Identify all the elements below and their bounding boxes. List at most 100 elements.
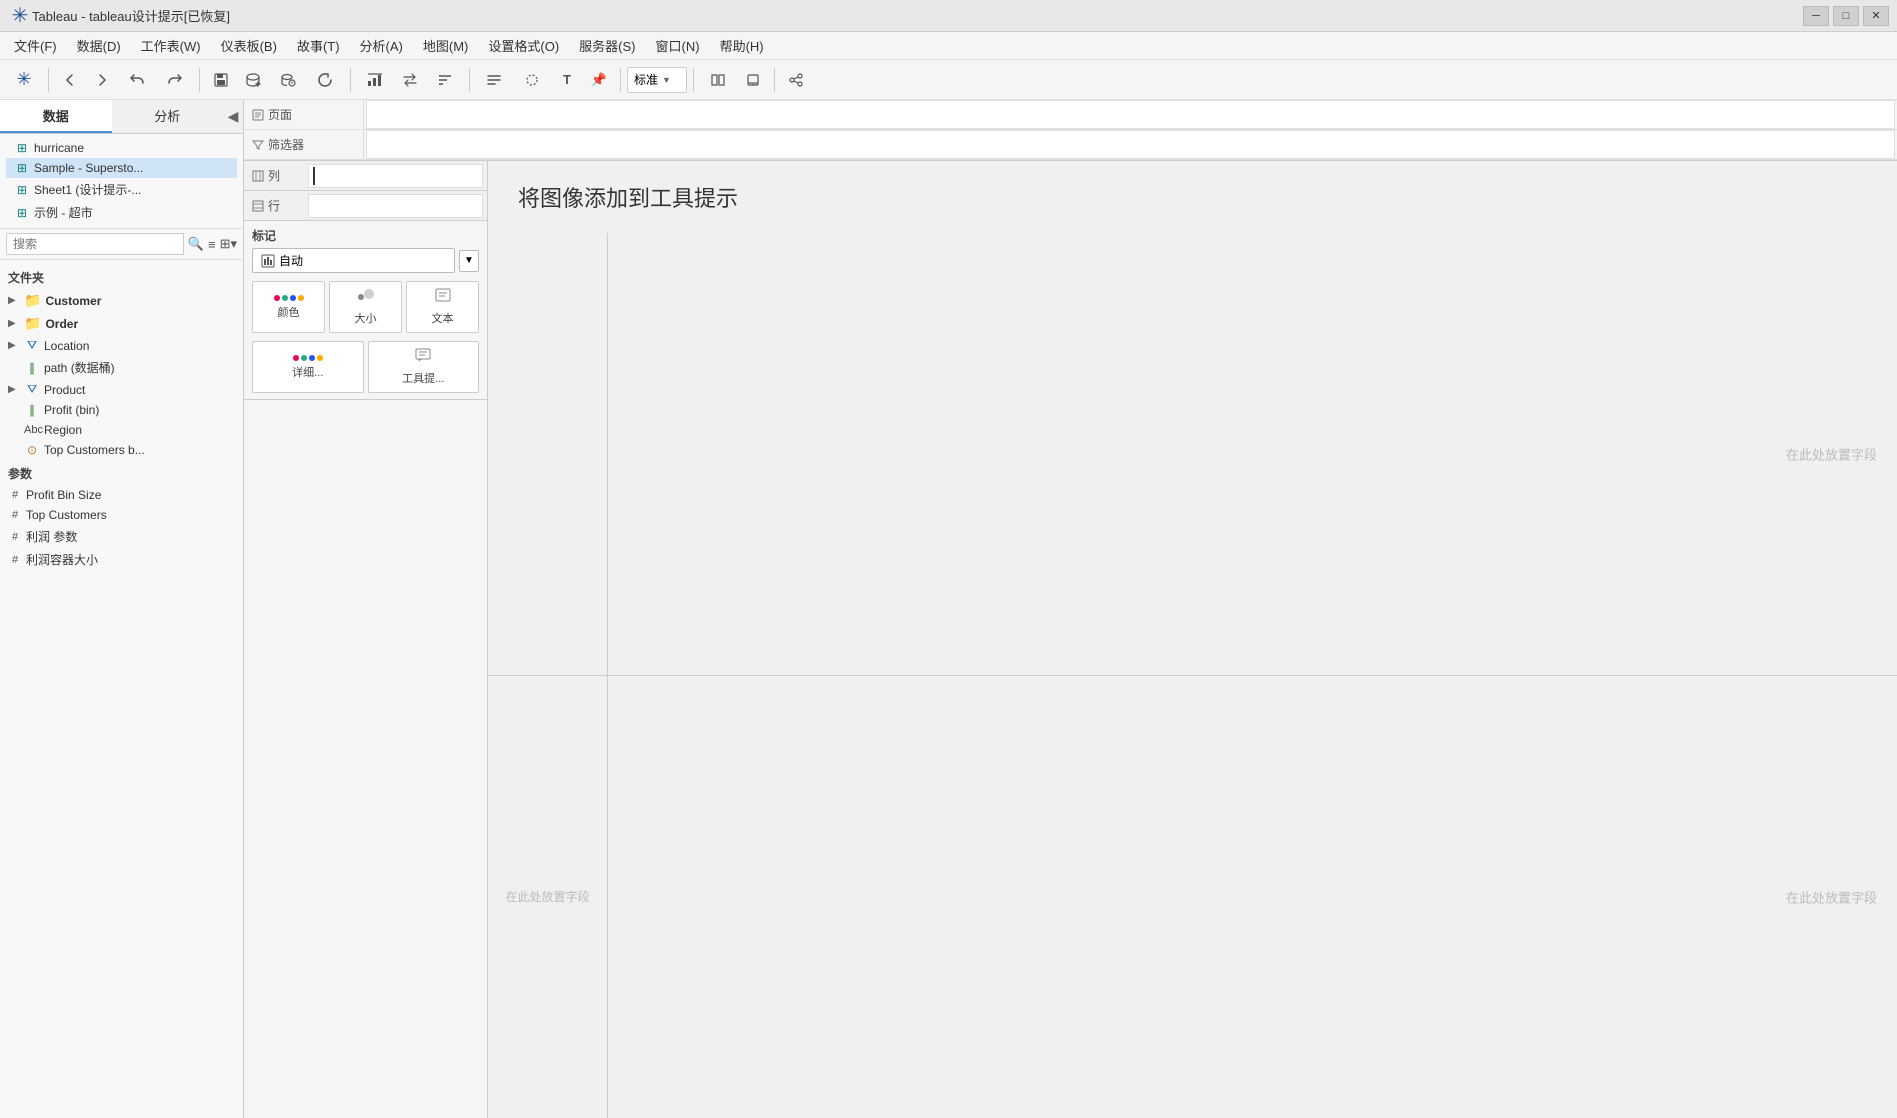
menu-worksheet[interactable]: 工作表(W) <box>131 33 211 58</box>
menu-window[interactable]: 窗口(N) <box>646 33 710 58</box>
menu-story[interactable]: 故事(T) <box>287 33 350 58</box>
marks-text-button[interactable]: 文本 <box>406 281 479 333</box>
maximize-button[interactable]: □ <box>1833 6 1859 26</box>
filter-icon[interactable]: ≡ <box>208 237 216 252</box>
title-bar: ✳ Tableau - tableau设计提示[已恢复] ─ □ ✕ <box>0 0 1897 32</box>
label-button[interactable] <box>476 66 512 94</box>
hash-icon-top-customers: # <box>8 509 22 521</box>
search-icon[interactable]: 🔍 <box>188 236 204 252</box>
field-path[interactable]: ▶ ∥ path (数据桶) <box>0 356 243 379</box>
filters-drop-zone[interactable] <box>366 130 1895 159</box>
param-profit-bin-size[interactable]: # Profit Bin Size <box>0 485 243 505</box>
redo-button[interactable] <box>157 66 193 94</box>
left-top-drop-zone[interactable] <box>488 233 607 676</box>
menu-help[interactable]: 帮助(H) <box>710 33 774 58</box>
param-icon-top-customers: ⊙ <box>24 443 40 457</box>
pin-button[interactable]: 📌 <box>584 66 614 94</box>
rows-drop-zone[interactable] <box>308 194 483 218</box>
cols-drop-zone[interactable] <box>308 164 483 188</box>
field-product[interactable]: ▶ ⛛ Product <box>0 379 243 400</box>
menu-analysis[interactable]: 分析(A) <box>350 33 413 58</box>
param-top-customers[interactable]: # Top Customers <box>0 505 243 525</box>
refresh-button[interactable] <box>308 66 344 94</box>
fixed-size-button[interactable] <box>700 66 736 94</box>
datasource-hurricane[interactable]: ⊞ hurricane <box>6 138 237 158</box>
tableau-home-button[interactable]: ✳ <box>6 66 42 94</box>
tab-analysis[interactable]: 分析 <box>112 100 224 133</box>
text-icon <box>435 288 451 307</box>
datasource-icon-sheet1: ⊞ <box>14 183 30 197</box>
canvas-top-zone[interactable]: 在此处放置字段 <box>608 233 1897 676</box>
size-icon <box>357 288 375 307</box>
show-me-chart-button[interactable] <box>357 66 393 94</box>
filters-icon <box>252 139 264 151</box>
param-profit-param[interactable]: # 利润 参数 <box>0 525 243 548</box>
marks-type-label: 自动 <box>279 252 303 269</box>
left-drop-column: 在此处放置字段 <box>488 233 608 1118</box>
search-input[interactable] <box>6 233 184 255</box>
field-location[interactable]: ▶ ⛛ Location <box>0 335 243 356</box>
save-button[interactable] <box>206 66 236 94</box>
close-button[interactable]: ✕ <box>1863 6 1889 26</box>
folder-order[interactable]: ▶ 📁 Order <box>0 312 243 335</box>
tab-data[interactable]: 数据 <box>0 100 112 133</box>
folder-icon-customer: 📁 <box>24 292 41 309</box>
rows-icon <box>252 200 264 212</box>
field-profit-bin[interactable]: ▶ ∥ Profit (bin) <box>0 400 243 420</box>
datasource-sample-zh[interactable]: ⊞ 示例 - 超市 <box>6 201 237 224</box>
marks-type-dropdown[interactable]: ▼ <box>459 250 479 272</box>
chevron-location: ▶ <box>8 340 20 351</box>
data-panel: 数据 分析 ◀ ⊞ hurricane ⊞ Sample - Supersto.… <box>0 100 244 1118</box>
chevron-order: ▶ <box>8 318 20 329</box>
orange-dot <box>298 295 304 301</box>
param-profit-bin-size-2[interactable]: # 利润容器大小 <box>0 548 243 571</box>
sidebar-collapse-arrow[interactable]: ◀ <box>223 100 243 133</box>
marks-size-button[interactable]: 大小 <box>329 281 402 333</box>
undo-button[interactable] <box>119 66 155 94</box>
toolbar-separator-1 <box>48 68 49 92</box>
folder-customer[interactable]: ▶ 📁 Customer <box>0 289 243 312</box>
menu-data[interactable]: 数据(D) <box>67 33 131 58</box>
zoom-dropdown[interactable]: 标准 ▼ <box>627 67 687 93</box>
swap-rows-cols-button[interactable] <box>395 66 425 94</box>
menu-map[interactable]: 地图(M) <box>413 33 479 58</box>
toolbar-separator-6 <box>693 68 694 92</box>
menu-format[interactable]: 设置格式(O) <box>478 33 569 58</box>
back-button[interactable] <box>55 66 85 94</box>
datasource-superstore[interactable]: ⊞ Sample - Supersto... <box>6 158 237 178</box>
app-logo: ✳ <box>8 4 32 28</box>
device-preview-button[interactable] <box>738 66 768 94</box>
sort-button[interactable] <box>427 66 463 94</box>
chevron-customer: ▶ <box>8 295 20 306</box>
menu-server[interactable]: 服务器(S) <box>569 33 645 58</box>
svg-text:≡: ≡ <box>291 80 294 86</box>
share-button[interactable] <box>781 66 811 94</box>
datasource-options-button[interactable]: ≡ <box>270 66 306 94</box>
menu-dashboard[interactable]: 仪表板(B) <box>211 33 287 58</box>
shelf-area: 页面 筛选器 <box>244 100 1897 161</box>
view-toggle-icon[interactable]: ⊞▾ <box>220 236 237 252</box>
menu-file[interactable]: 文件(F) <box>4 33 67 58</box>
canvas-bottom-zone[interactable]: 在此处放置字段 <box>608 676 1897 1118</box>
left-bottom-drop-zone[interactable]: 在此处放置字段 <box>488 676 607 1118</box>
datasource-sheet1[interactable]: ⊞ Sheet1 (设计提示-... <box>6 178 237 201</box>
marks-color-button[interactable]: 颜色 <box>252 281 325 333</box>
text-format-button[interactable]: T <box>552 66 582 94</box>
pages-drop-zone[interactable] <box>366 100 1895 129</box>
forward-button[interactable] <box>87 66 117 94</box>
marks-detail-button[interactable]: 详细... <box>252 341 364 393</box>
field-top-customers[interactable]: ▶ ⊙ Top Customers b... <box>0 440 243 460</box>
marks-type-box[interactable]: 自动 <box>252 248 455 273</box>
canvas-and-marks: 列 行 标记 <box>244 161 1897 1118</box>
folder-label-order: Order <box>45 317 78 331</box>
bottom-right-hint: 在此处放置字段 <box>1786 887 1877 906</box>
param-label-profit-param: 利润 参数 <box>26 528 77 545</box>
marks-tooltip-button[interactable]: 工具提... <box>368 341 480 393</box>
datasource-icon-sample-zh: ⊞ <box>14 206 30 220</box>
add-datasource-button[interactable] <box>238 66 268 94</box>
annotation-button[interactable] <box>514 66 550 94</box>
minimize-button[interactable]: ─ <box>1803 6 1829 26</box>
field-region[interactable]: ▶ Abc Region <box>0 420 243 440</box>
marks-detail-label: 详细... <box>292 364 323 380</box>
sidebar-tabs: 数据 分析 ◀ <box>0 100 243 134</box>
